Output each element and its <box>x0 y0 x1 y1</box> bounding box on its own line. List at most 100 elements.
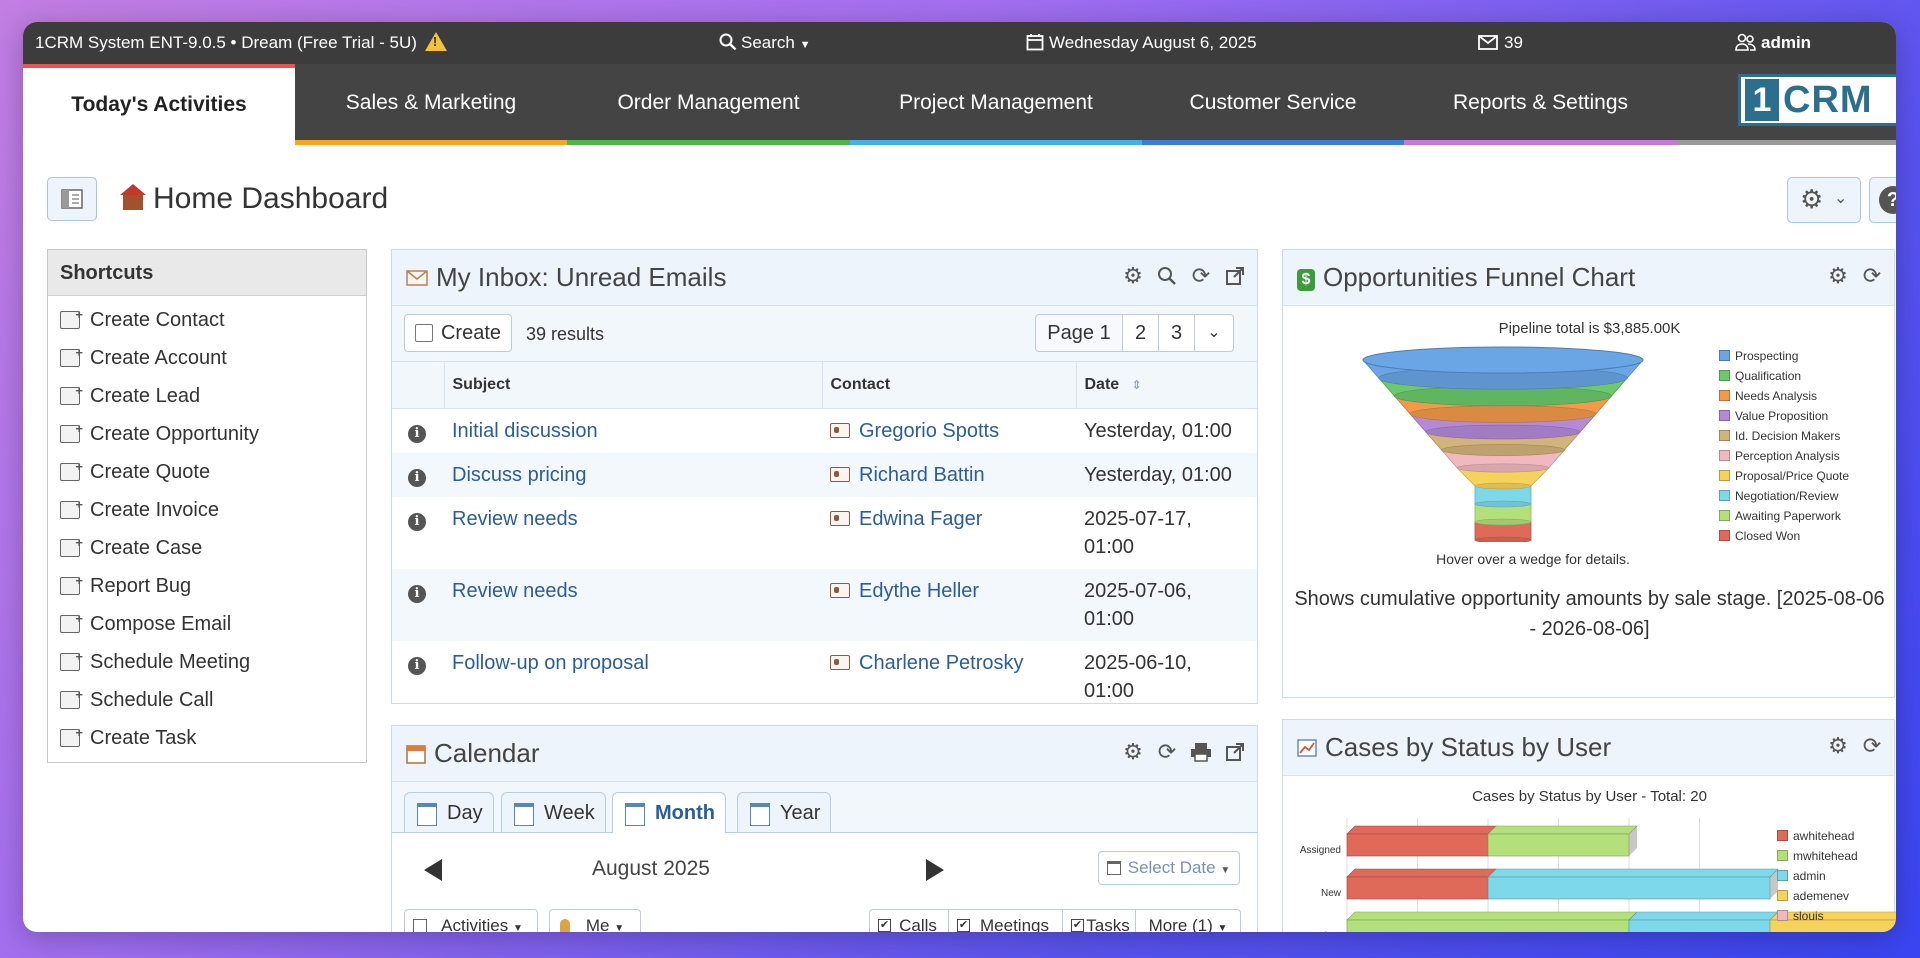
shortcut-compose-email[interactable]: Compose Email <box>48 600 366 643</box>
tab-sales-marketing[interactable]: Sales & Marketing <box>295 64 567 145</box>
email-subject-link[interactable]: Initial discussion <box>452 420 598 442</box>
dashboard-settings-button[interactable]: ⚙ ⌄ <box>1787 177 1861 223</box>
tab-reports-settings[interactable]: Reports & Settings <box>1404 64 1677 145</box>
prev-month-button[interactable] <box>424 859 442 881</box>
bar-segment[interactable] <box>1346 876 1489 900</box>
user-filter[interactable]: Me ▼ <box>549 909 641 932</box>
date-column-header[interactable]: Date ⇕ <box>1075 362 1257 409</box>
popout-icon[interactable] <box>1223 740 1247 764</box>
meetings-toggle[interactable]: ✔ Meetings <box>948 909 1063 932</box>
bar-segment[interactable] <box>1628 919 1771 932</box>
tab-customer-service[interactable]: Customer Service <box>1142 64 1404 145</box>
contact-card-icon <box>830 582 850 598</box>
select-date-button[interactable]: Select Date ▼ <box>1098 851 1240 885</box>
create-email-button[interactable]: Create <box>404 314 512 352</box>
info-icon[interactable]: i <box>408 424 426 443</box>
contact-link[interactable]: Edwina Fager <box>859 508 982 530</box>
chart-icon <box>1297 739 1317 757</box>
page-2-button[interactable]: 2 <box>1122 314 1159 352</box>
info-icon[interactable]: i <box>408 656 426 675</box>
subject-column-header[interactable]: Subject <box>443 362 822 409</box>
shortcut-create-case[interactable]: Create Case <box>48 524 366 567</box>
tab-day[interactable]: Day <box>404 792 494 832</box>
shortcut-create-lead[interactable]: Create Lead <box>48 372 366 415</box>
help-button[interactable]: ? <box>1869 177 1896 223</box>
gear-icon[interactable]: ⚙ <box>1826 264 1850 288</box>
refresh-icon[interactable]: ⟳ <box>1860 734 1884 758</box>
shortcut-create-invoice[interactable]: Create Invoice <box>48 486 366 529</box>
legend-label: Proposal/Price Quote <box>1735 469 1850 483</box>
funnel-title: $ Opportunities Funnel Chart <box>1297 250 1635 304</box>
search-icon[interactable] <box>1155 264 1179 288</box>
shortcut-schedule-call[interactable]: Schedule Call <box>48 676 366 719</box>
refresh-icon[interactable]: ⟳ <box>1155 740 1179 764</box>
funnel-dashlet: $ Opportunities Funnel Chart ⚙ ⟳ Pipeline… <box>1282 249 1895 698</box>
page-3-button[interactable]: 3 <box>1158 314 1195 352</box>
bar-segment[interactable] <box>1346 919 1630 932</box>
shortcut-schedule-meeting[interactable]: Schedule Meeting <box>48 638 366 681</box>
tasks-toggle[interactable]: ✔ Tasks <box>1062 909 1136 932</box>
email-subject-link[interactable]: Review needs <box>452 580 578 602</box>
shortcut-create-opportunity[interactable]: Create Opportunity <box>48 410 366 453</box>
page-1-button[interactable]: Page 1 <box>1035 314 1123 352</box>
select-date-label: Select Date <box>1127 858 1216 877</box>
more-filters-button[interactable]: More (1) ▼ <box>1135 909 1241 932</box>
tab-todays-activities[interactable]: Today's Activities <box>23 64 295 145</box>
gear-icon[interactable]: ⚙ <box>1121 264 1145 288</box>
cases-title-text: Cases by Status by User <box>1325 732 1612 762</box>
shortcut-label: Create Case <box>90 537 203 559</box>
main-nav: Today's Activities Sales & Marketing Ord… <box>23 64 1896 145</box>
mail-indicator[interactable]: 39 <box>1478 22 1523 64</box>
shortcut-create-quote[interactable]: Create Quote <box>48 448 366 491</box>
legend-item: Value Proposition <box>1719 406 1849 426</box>
logo-text: CRM <box>1783 78 1873 121</box>
search-menu[interactable]: Search ▼ <box>719 22 811 64</box>
legend-label: admin <box>1793 869 1826 883</box>
print-icon[interactable] <box>1189 740 1213 764</box>
refresh-icon[interactable]: ⟳ <box>1860 264 1884 288</box>
info-icon[interactable]: i <box>408 584 426 603</box>
bar-segment[interactable] <box>1487 876 1771 900</box>
contact-link[interactable]: Gregorio Spotts <box>859 420 999 442</box>
email-subject-link[interactable]: Follow-up on proposal <box>452 652 649 674</box>
table-row: i Discuss pricing Richard Battin Yesterd… <box>392 452 1257 497</box>
shortcut-create-contact[interactable]: Create Contact <box>48 296 366 339</box>
user-menu[interactable]: admin <box>1735 22 1811 64</box>
inbox-header: My Inbox: Unread Emails ⚙ ⟳ <box>392 250 1257 306</box>
contact-card-icon <box>830 466 850 482</box>
calls-toggle[interactable]: ✔ Calls <box>869 909 949 932</box>
gear-icon[interactable]: ⚙ <box>1826 734 1850 758</box>
email-subject-link[interactable]: Review needs <box>452 508 578 530</box>
tab-week[interactable]: Week <box>501 792 606 832</box>
toggle-sidebar-button[interactable] <box>47 177 97 221</box>
email-subject-link[interactable]: Discuss pricing <box>452 464 586 486</box>
funnel-segment-rim <box>1409 405 1597 423</box>
brand-logo[interactable]: 1 CRM <box>1738 74 1896 126</box>
date-display[interactable]: Wednesday August 6, 2025 <box>1026 22 1257 64</box>
bar-segment[interactable] <box>1346 833 1489 857</box>
shortcut-report-bug[interactable]: Report Bug <box>48 562 366 605</box>
gear-icon[interactable]: ⚙ <box>1121 740 1145 764</box>
contact-column-header[interactable]: Contact <box>821 362 1076 409</box>
contact-link[interactable]: Charlene Petrosky <box>859 652 1024 674</box>
refresh-icon[interactable]: ⟳ <box>1189 264 1213 288</box>
next-month-button[interactable] <box>926 859 944 881</box>
funnel-top[interactable] <box>1362 346 1644 374</box>
tab-year[interactable]: Year <box>737 792 832 832</box>
shortcut-create-account[interactable]: Create Account <box>48 334 366 377</box>
activities-filter[interactable]: Activities ▼ <box>404 909 538 932</box>
tab-month[interactable]: Month <box>612 792 726 833</box>
info-icon[interactable]: i <box>408 512 426 531</box>
tab-project-management[interactable]: Project Management <box>850 64 1142 145</box>
legend-swatch <box>1719 430 1730 441</box>
contact-link[interactable]: Edythe Heller <box>859 580 979 602</box>
warning-icon[interactable] <box>424 32 447 51</box>
tab-order-management[interactable]: Order Management <box>567 64 850 145</box>
bar-segment[interactable] <box>1487 833 1630 857</box>
shortcut-create-task[interactable]: Create Task <box>48 714 366 757</box>
contact-link[interactable]: Richard Battin <box>859 464 985 486</box>
more-pages-button[interactable]: ⌄ <box>1194 314 1234 352</box>
info-icon[interactable]: i <box>408 468 426 487</box>
popout-icon[interactable] <box>1223 264 1247 288</box>
calendar-dashlet: Calendar ⚙ ⟳ Day Week Month Year August … <box>391 725 1258 932</box>
